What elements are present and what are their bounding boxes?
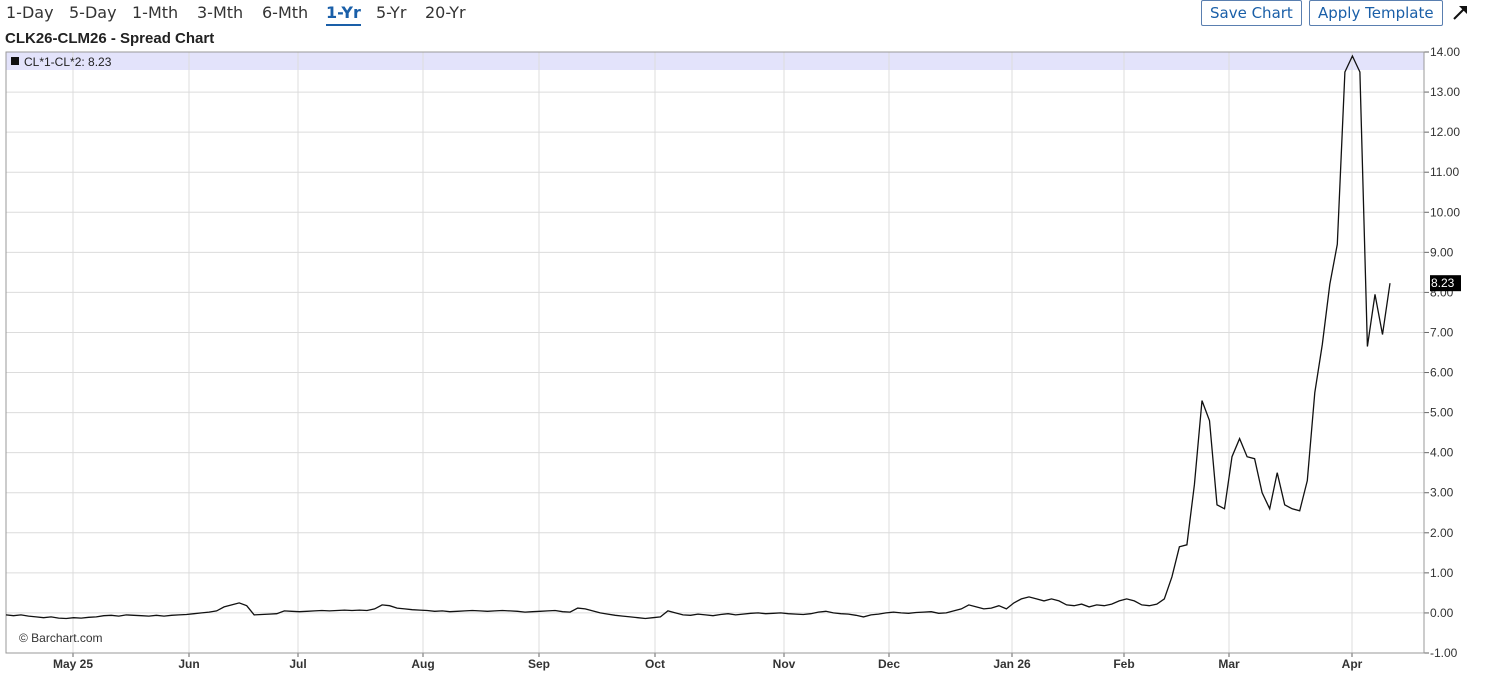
- x-tick-label: May 25: [53, 657, 93, 671]
- y-tick-label: 7.00: [1430, 325, 1454, 339]
- x-tick-label: Apr: [1342, 657, 1363, 671]
- series-line: [5, 54, 1391, 620]
- x-tick-label: Oct: [645, 657, 665, 671]
- y-tick-label: 13.00: [1430, 85, 1460, 99]
- last-value-label: 8.23: [1431, 276, 1455, 290]
- x-tick-label: Sep: [528, 657, 550, 671]
- y-tick-label: 10.00: [1430, 205, 1460, 219]
- x-tick-label: Jun: [178, 657, 199, 671]
- x-tick-label: Jan 26: [993, 657, 1031, 671]
- y-tick-label: 12.00: [1430, 125, 1460, 139]
- x-tick-label: Feb: [1113, 657, 1134, 671]
- y-tick-label: 11.00: [1430, 165, 1459, 179]
- x-tick-label: Nov: [773, 657, 796, 671]
- legend-band: [6, 52, 1424, 70]
- x-tick-label: Jul: [289, 657, 306, 671]
- y-tick-label: 1.00: [1430, 566, 1454, 580]
- legend-label: CL*1-CL*2: 8.23: [24, 55, 112, 69]
- y-tick-label: 2.00: [1430, 526, 1454, 540]
- y-tick-label: 9.00: [1430, 245, 1454, 259]
- y-tick-label: -1.00: [1430, 646, 1458, 660]
- watermark: © Barchart.com: [19, 631, 103, 645]
- y-tick-label: 0.00: [1430, 606, 1454, 620]
- y-tick-label: 4.00: [1430, 446, 1454, 460]
- x-tick-label: Mar: [1218, 657, 1240, 671]
- x-tick-label: Aug: [411, 657, 434, 671]
- plot-frame: [5, 51, 1425, 654]
- y-tick-label: 3.00: [1430, 486, 1454, 500]
- legend-swatch: [11, 57, 19, 65]
- y-tick-label: 5.00: [1430, 406, 1454, 420]
- x-tick-label: Dec: [878, 657, 900, 671]
- y-tick-label: 14.00: [1430, 45, 1460, 59]
- spread-chart: May 25 Jun Jul Aug Sep Oct Nov Dec Jan 26 Feb Mar A…: [5, 45, 1461, 671]
- y-tick-label: 6.00: [1430, 366, 1454, 380]
